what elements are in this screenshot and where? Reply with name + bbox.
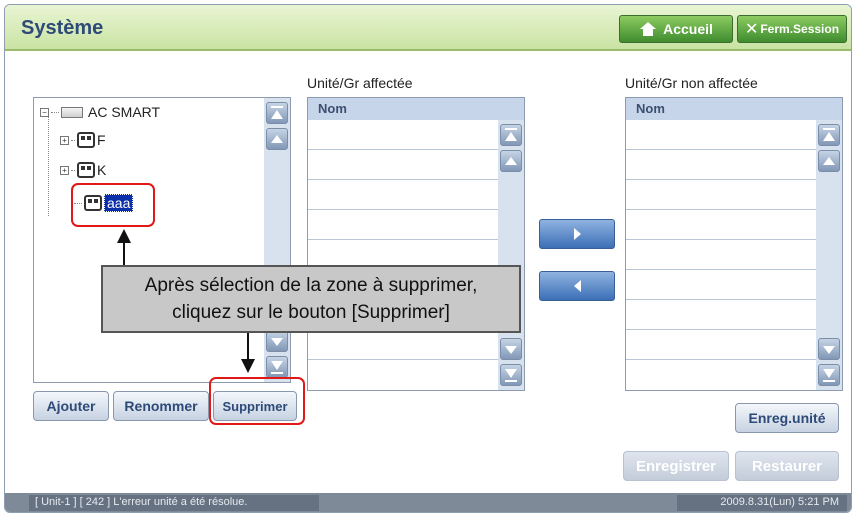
callout-arrow-up [123, 241, 125, 267]
assigned-list-header: Nom [308, 98, 524, 120]
scroll-top-icon[interactable] [818, 124, 840, 146]
tree-item-label: K [97, 162, 107, 178]
tree-item-label: F [97, 132, 106, 148]
list-row[interactable] [308, 360, 498, 390]
delete-button-highlight [209, 377, 305, 425]
list-row[interactable] [626, 210, 816, 240]
tree-item-f[interactable]: + F [60, 132, 106, 148]
list-row[interactable] [626, 360, 816, 390]
list-row[interactable] [308, 150, 498, 180]
scroll-bottom-icon[interactable] [500, 364, 522, 386]
scroll-top-icon[interactable] [500, 124, 522, 146]
list-row[interactable] [626, 120, 816, 150]
save-button[interactable]: Enregistrer [623, 451, 729, 481]
scroll-down-icon[interactable] [500, 338, 522, 360]
zone-tree[interactable]: − AC SMART + F + K aaa [33, 97, 291, 383]
scroll-bottom-icon[interactable] [818, 364, 840, 386]
home-button[interactable]: Accueil [619, 15, 733, 43]
scroll-down-icon[interactable] [818, 338, 840, 360]
list-row[interactable] [308, 330, 498, 360]
scroll-up-icon[interactable] [818, 150, 840, 172]
scroll-up-icon[interactable] [266, 128, 288, 150]
header-bar: Système Accueil ✕ Ferm.Session [5, 5, 851, 51]
logout-button-label: Ferm.Session [760, 22, 840, 36]
scroll-bottom-icon[interactable] [266, 356, 288, 378]
callout-arrow-down [247, 331, 249, 361]
page-title: Système [21, 17, 104, 39]
unassigned-list[interactable]: Nom [625, 97, 843, 391]
tree-root-label: AC SMART [88, 104, 161, 120]
save-unit-button[interactable]: Enreg.unité [735, 403, 839, 433]
callout-arrowhead-down [241, 359, 255, 373]
tree-scrollbar[interactable] [264, 98, 290, 382]
callout-line-1: Après sélection de la zone à supprimer, [144, 275, 478, 296]
scroll-up-icon[interactable] [500, 150, 522, 172]
assign-left-button[interactable] [539, 271, 615, 301]
list-row[interactable] [308, 210, 498, 240]
selection-highlight [71, 183, 155, 227]
expand-icon[interactable]: + [60, 165, 69, 175]
unassigned-scrollbar[interactable] [816, 120, 842, 390]
list-row[interactable] [308, 120, 498, 150]
controller-icon [61, 106, 83, 118]
status-message: [ Unit-1 ] [ 242 ] L'erreur unité a été … [29, 495, 319, 511]
scroll-top-icon[interactable] [266, 102, 288, 124]
assigned-scrollbar[interactable] [498, 120, 524, 390]
main-window: Système Accueil ✕ Ferm.Session − AC SMAR… [4, 4, 852, 513]
status-bar: [ Unit-1 ] [ 242 ] L'erreur unité a été … [5, 493, 851, 512]
list-row[interactable] [626, 150, 816, 180]
list-row[interactable] [626, 300, 816, 330]
home-button-label: Accueil [663, 21, 713, 37]
list-row[interactable] [308, 180, 498, 210]
logout-button[interactable]: ✕ Ferm.Session [737, 15, 847, 43]
instruction-callout: Après sélection de la zone à supprimer, … [101, 265, 521, 333]
unit-group-icon [77, 162, 95, 178]
unit-group-icon [77, 132, 95, 148]
assign-right-button[interactable] [539, 219, 615, 249]
list-row[interactable] [626, 270, 816, 300]
unassigned-list-header: Nom [626, 98, 842, 120]
rename-button[interactable]: Renommer [113, 391, 209, 421]
expand-icon[interactable]: + [60, 135, 69, 145]
list-row[interactable] [626, 180, 816, 210]
restore-button[interactable]: Restaurer [735, 451, 839, 481]
add-button[interactable]: Ajouter [33, 391, 109, 421]
status-datetime: 2009.8.31(Lun) 5:21 PM [677, 495, 847, 511]
collapse-icon[interactable]: − [40, 107, 49, 117]
assigned-list-title: Unité/Gr affectée [307, 75, 413, 91]
list-row[interactable] [626, 240, 816, 270]
scroll-down-icon[interactable] [266, 330, 288, 352]
home-icon [639, 22, 657, 36]
list-row[interactable] [626, 330, 816, 360]
unassigned-list-title: Unité/Gr non affectée [625, 75, 758, 91]
close-icon: ✕ [744, 21, 759, 38]
assigned-list[interactable]: Nom [307, 97, 525, 391]
callout-arrowhead-up [117, 229, 131, 243]
tree-item-k[interactable]: + K [60, 162, 106, 178]
callout-line-2: cliquez sur le bouton [Supprimer] [172, 302, 450, 323]
tree-root[interactable]: − AC SMART [40, 104, 160, 120]
